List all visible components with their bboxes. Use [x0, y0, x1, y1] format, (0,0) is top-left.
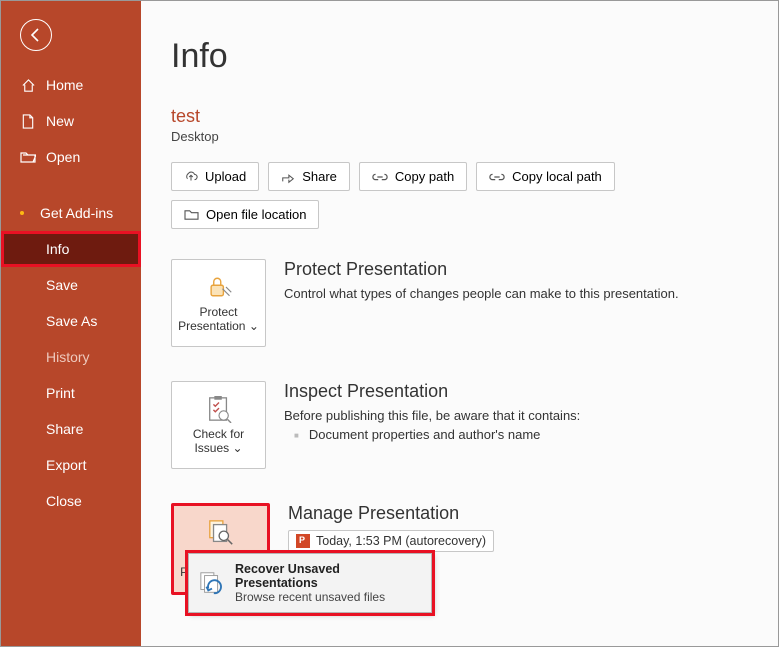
sidebar-list: Home New Open Get Add-ins Info Save: [1, 67, 141, 519]
new-icon: [20, 114, 36, 129]
document-magnify-icon: [207, 519, 235, 547]
inspect-body: Inspect Presentation Before publishing t…: [284, 381, 752, 442]
tile-label: Check forIssues ⌄: [193, 428, 244, 456]
sidebar-item-saveas[interactable]: Save As: [1, 303, 141, 339]
sidebar-item-label: Get Add-ins: [40, 205, 113, 221]
section-intro: Before publishing this file, be aware th…: [284, 408, 752, 423]
button-label: Share: [302, 169, 337, 184]
copy-path-button[interactable]: Copy path: [359, 162, 467, 191]
button-label: Copy path: [395, 169, 454, 184]
check-for-issues-tile[interactable]: Check forIssues ⌄: [171, 381, 266, 469]
recover-icon: [199, 570, 225, 596]
dd-subtitle: Browse recent unsaved files: [235, 590, 421, 604]
upload-button[interactable]: Upload: [171, 162, 259, 191]
sidebar-item-label: Open: [46, 149, 80, 165]
lock-icon: [205, 273, 233, 301]
autorecovery-version-chip[interactable]: Today, 1:53 PM (autorecovery): [288, 530, 494, 552]
sidebar-item-share[interactable]: Share: [1, 411, 141, 447]
protect-presentation-tile[interactable]: ProtectPresentation ⌄: [171, 259, 266, 347]
tile-label: ProtectPresentation ⌄: [178, 306, 259, 334]
addins-indicator-icon: [20, 211, 24, 215]
sidebar-item-label: Home: [46, 77, 83, 93]
sidebar-item-label: History: [46, 349, 90, 365]
checklist-icon: [206, 395, 232, 423]
section-heading: Manage Presentation: [288, 503, 752, 524]
button-label: Open file location: [206, 207, 306, 222]
file-name: test: [171, 106, 752, 127]
button-label: Copy local path: [512, 169, 602, 184]
protect-section: ProtectPresentation ⌄ Protect Presentati…: [171, 259, 752, 347]
powerpoint-file-icon: [296, 534, 310, 548]
open-icon: [20, 150, 36, 164]
sidebar-item-label: Share: [46, 421, 83, 437]
list-item: Document properties and author's name: [284, 427, 752, 442]
sidebar-item-label: New: [46, 113, 74, 129]
chip-label: Today, 1:53 PM (autorecovery): [316, 534, 486, 548]
sidebar-item-print[interactable]: Print: [1, 375, 141, 411]
file-location: Desktop: [171, 129, 752, 144]
sidebar-item-close[interactable]: Close: [1, 483, 141, 519]
sidebar-item-label: Info: [46, 241, 69, 257]
inspect-section: Check forIssues ⌄ Inspect Presentation B…: [171, 381, 752, 469]
backstage-view: Home New Open Get Add-ins Info Save: [0, 0, 779, 647]
sidebar-item-label: Save As: [46, 313, 97, 329]
link-icon: [372, 171, 388, 183]
sidebar-item-home[interactable]: Home: [1, 67, 141, 103]
back-button[interactable]: [20, 19, 52, 51]
sidebar-item-save[interactable]: Save: [1, 267, 141, 303]
share-icon: [281, 170, 295, 184]
sidebar-item-export[interactable]: Export: [1, 447, 141, 483]
copy-local-path-button[interactable]: Copy local path: [476, 162, 615, 191]
chevron-down-icon: ⌄: [232, 441, 242, 455]
folder-icon: [184, 208, 199, 221]
section-heading: Protect Presentation: [284, 259, 752, 280]
sidebar-item-history[interactable]: History: [1, 339, 141, 375]
manage-body: Manage Presentation Today, 1:53 PM (auto…: [288, 503, 752, 552]
page-title: Info: [171, 37, 752, 76]
manage-presentation-dropdown: Recover Unsaved Presentations Browse rec…: [188, 553, 432, 613]
sidebar-item-label: Close: [46, 493, 82, 509]
sidebar-item-new[interactable]: New: [1, 103, 141, 139]
main-panel: Info test Desktop Upload Share Copy path…: [141, 1, 778, 646]
sidebar-item-label: Export: [46, 457, 86, 473]
sidebar-item-label: Print: [46, 385, 75, 401]
dd-title: Recover Unsaved Presentations: [235, 562, 421, 590]
recover-unsaved-item[interactable]: Recover Unsaved Presentations Browse rec…: [189, 554, 431, 612]
sidebar-item-addins[interactable]: Get Add-ins: [1, 195, 141, 231]
inspect-list: Document properties and author's name: [284, 427, 752, 442]
sidebar-item-label: Save: [46, 277, 78, 293]
upload-icon: [184, 170, 198, 184]
share-button[interactable]: Share: [268, 162, 350, 191]
home-icon: [20, 78, 36, 93]
open-location-button[interactable]: Open file location: [171, 200, 319, 229]
dd-text: Recover Unsaved Presentations Browse rec…: [235, 562, 421, 604]
action-bar: Upload Share Copy path Copy local path O…: [171, 162, 752, 229]
link-icon: [489, 171, 505, 183]
section-heading: Inspect Presentation: [284, 381, 752, 402]
chevron-down-icon: ⌄: [249, 319, 259, 333]
sidebar-item-open[interactable]: Open: [1, 139, 141, 175]
sidebar-item-info[interactable]: Info: [1, 231, 141, 267]
section-text: Control what types of changes people can…: [284, 286, 752, 301]
button-label: Upload: [205, 169, 246, 184]
protect-body: Protect Presentation Control what types …: [284, 259, 752, 301]
sidebar: Home New Open Get Add-ins Info Save: [1, 1, 141, 646]
sidebar-separator: [1, 175, 141, 195]
